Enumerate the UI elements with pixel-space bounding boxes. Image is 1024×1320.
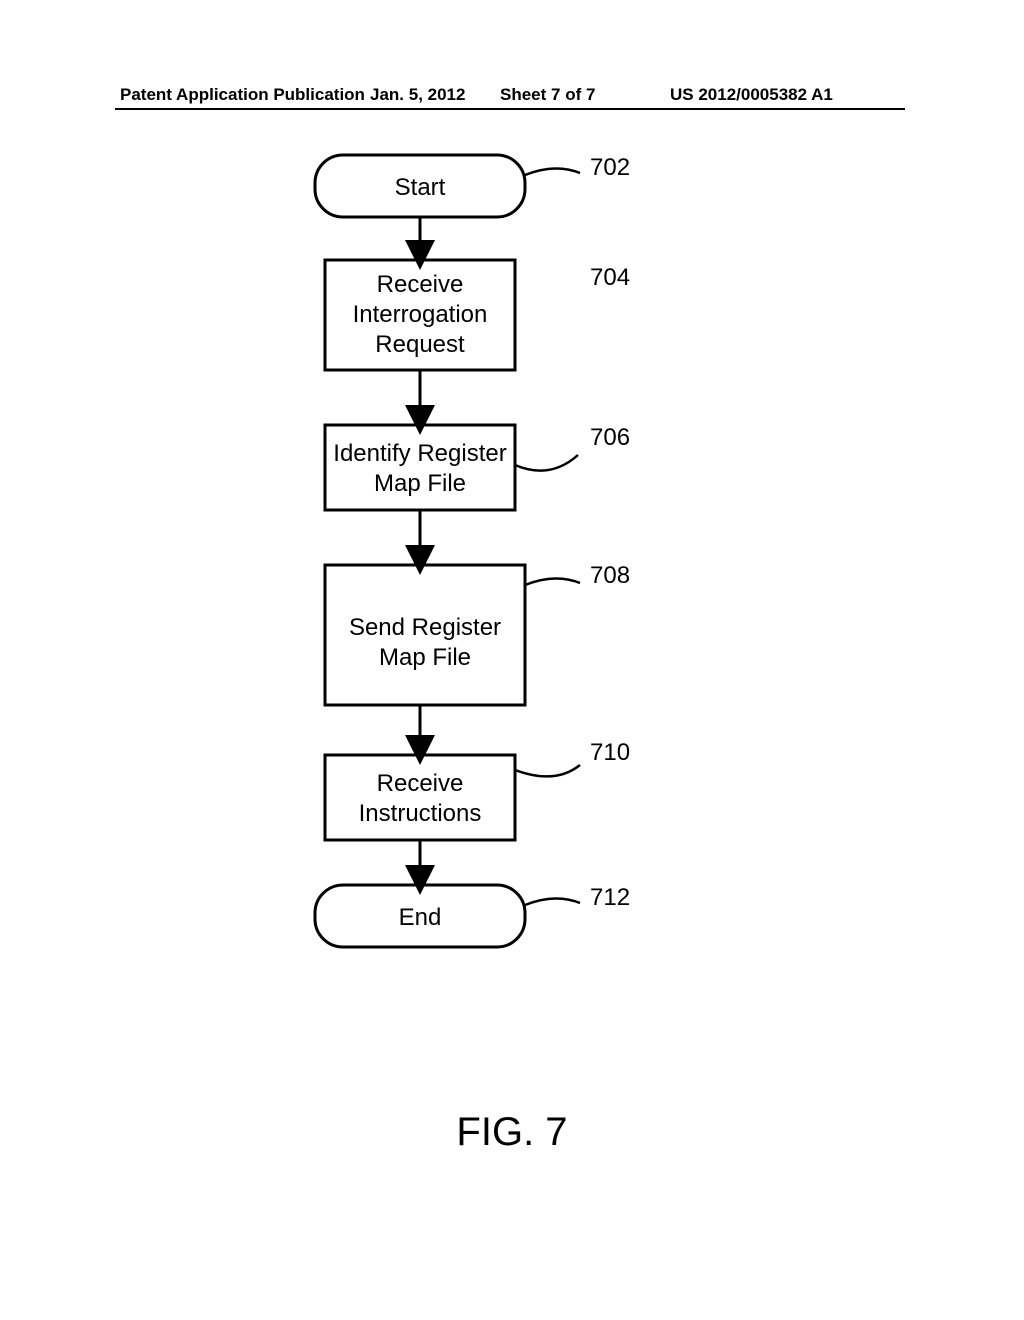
- node-708-line1: Send Register: [349, 614, 501, 641]
- node-704-line1: Receive: [377, 271, 464, 298]
- leader-706: [515, 455, 578, 471]
- node-start-label: Start: [395, 174, 446, 201]
- leader-710: [515, 765, 580, 776]
- ref-712: 712: [590, 884, 630, 911]
- flowchart-diagram: Start 702 Receive Interrogation Request …: [0, 145, 1024, 980]
- pub-number: US 2012/0005382 A1: [670, 85, 833, 105]
- sheet-number: Sheet 7 of 7: [500, 85, 595, 105]
- figure-label: FIG. 7: [0, 1110, 1024, 1155]
- node-send-map: Send Register Map File: [325, 565, 525, 705]
- header-rule: [115, 108, 905, 110]
- ref-708: 708: [590, 562, 630, 589]
- pub-type: Patent Application Publication: [120, 85, 365, 105]
- ref-710: 710: [590, 739, 630, 766]
- node-710-line1: Receive: [377, 770, 464, 797]
- node-start: Start: [315, 155, 525, 217]
- node-receive-request: Receive Interrogation Request: [325, 260, 515, 370]
- leader-702: [525, 168, 580, 175]
- ref-704: 704: [590, 264, 630, 291]
- node-706-line1: Identify Register: [333, 440, 506, 467]
- node-710-line2: Instructions: [359, 800, 482, 827]
- node-identify-map: Identify Register Map File: [325, 425, 515, 510]
- leader-708: [525, 578, 580, 585]
- node-receive-instr: Receive Instructions: [325, 755, 515, 840]
- node-706-line2: Map File: [374, 470, 466, 497]
- ref-706: 706: [590, 424, 630, 451]
- node-704-line3: Request: [375, 331, 465, 358]
- node-end: End: [315, 885, 525, 947]
- pub-date: Jan. 5, 2012: [370, 85, 465, 105]
- leader-712: [525, 898, 580, 905]
- ref-702: 702: [590, 154, 630, 181]
- node-704-line2: Interrogation: [353, 301, 488, 328]
- node-708-line2: Map File: [379, 644, 471, 671]
- node-end-label: End: [399, 904, 442, 931]
